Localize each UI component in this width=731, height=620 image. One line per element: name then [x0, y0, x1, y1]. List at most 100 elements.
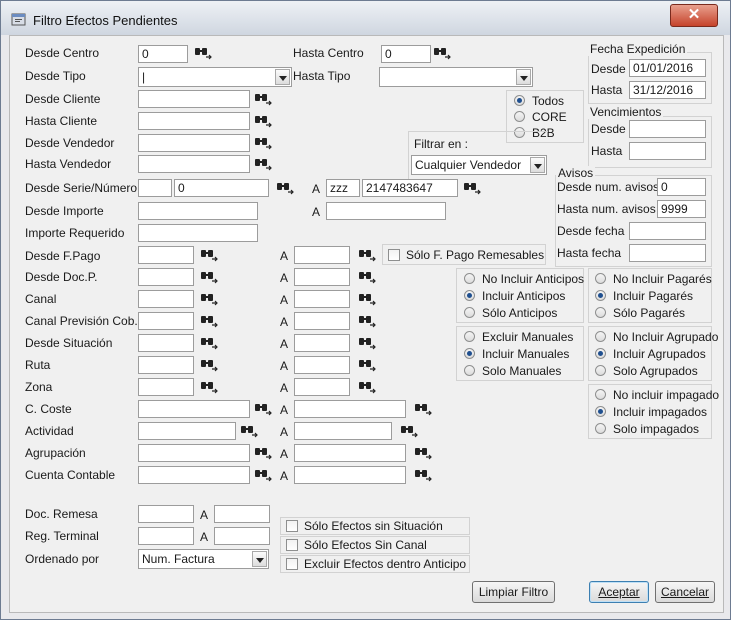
vencimientos-title: Vencimientos — [588, 105, 664, 119]
hasta-centro-input[interactable]: 0 — [381, 45, 431, 63]
fecha-expedicion-hasta-input[interactable]: 31/12/2016 — [629, 81, 706, 99]
binoculars-search-icon[interactable] — [200, 380, 218, 394]
desde-reg-terminal-input[interactable] — [138, 527, 194, 545]
binoculars-search-icon[interactable] — [254, 114, 272, 128]
aceptar-label: Aceptar — [598, 585, 640, 599]
desde-num-avisos-input[interactable]: 0 — [657, 178, 706, 196]
binoculars-search-icon[interactable] — [254, 402, 272, 416]
label-a: A — [312, 182, 321, 196]
binoculars-search-icon[interactable] — [400, 424, 418, 438]
fecha-expedicion-desde-input[interactable]: 01/01/2016 — [629, 59, 706, 77]
binoculars-search-icon[interactable] — [414, 446, 432, 460]
desde-importe-input[interactable] — [138, 202, 258, 220]
binoculars-search-icon[interactable] — [200, 248, 218, 262]
hasta-cliente-input[interactable] — [138, 112, 250, 130]
desde-centro-input[interactable]: 0 — [138, 45, 188, 63]
binoculars-search-icon[interactable] — [200, 292, 218, 306]
binoculars-search-icon[interactable] — [254, 136, 272, 150]
binoculars-search-icon[interactable] — [433, 46, 451, 60]
hasta-importe-input[interactable] — [326, 202, 446, 220]
binoculars-search-icon[interactable] — [200, 314, 218, 328]
close-button[interactable]: ✕ — [670, 4, 718, 27]
serie-hasta-input[interactable]: zzz — [326, 179, 360, 197]
hasta-zona-input[interactable] — [294, 378, 350, 396]
hasta-ruta-input[interactable] — [294, 356, 350, 374]
desde-tipo-value: | — [142, 70, 146, 84]
limpiar-filtro-button[interactable]: Limpiar Filtro — [472, 581, 555, 603]
desde-cliente-input[interactable] — [138, 90, 250, 108]
chevron-down-icon[interactable] — [530, 157, 545, 173]
hasta-cuenta-contable-input[interactable] — [294, 466, 406, 484]
hasta-canal-prevision-input[interactable] — [294, 312, 350, 330]
hasta-fpago-input[interactable] — [294, 246, 350, 264]
binoculars-search-icon[interactable] — [358, 248, 376, 262]
binoculars-search-icon[interactable] — [200, 358, 218, 372]
binoculars-search-icon[interactable] — [414, 468, 432, 482]
chevron-down-icon[interactable] — [516, 69, 531, 85]
desde-actividad-input[interactable] — [138, 422, 236, 440]
hasta-docp-input[interactable] — [294, 268, 350, 286]
desde-canal-input[interactable] — [138, 290, 194, 308]
hasta-doc-remesa-input[interactable] — [214, 505, 270, 523]
binoculars-search-icon[interactable] — [358, 336, 376, 350]
numero-hasta-input[interactable]: 2147483647 — [362, 179, 458, 197]
filtrar-en-select[interactable]: Cualquier Vendedor — [411, 155, 547, 175]
desde-vendedor-input[interactable] — [138, 134, 250, 152]
desde-ruta-input[interactable] — [138, 356, 194, 374]
numero-desde-input[interactable]: 0 — [174, 179, 269, 197]
binoculars-search-icon[interactable] — [254, 157, 272, 171]
hasta-vendedor-input[interactable] — [138, 155, 250, 173]
hasta-canal-input[interactable] — [294, 290, 350, 308]
serie-desde-input[interactable] — [138, 179, 172, 197]
binoculars-search-icon[interactable] — [200, 336, 218, 350]
desde-tipo-select[interactable]: | — [138, 67, 292, 87]
label-ruta: Ruta — [25, 358, 51, 372]
binoculars-search-icon[interactable] — [358, 358, 376, 372]
hasta-agrupacion-input[interactable] — [294, 444, 406, 462]
cancelar-button[interactable]: Cancelar — [655, 581, 715, 603]
radio-label: No Incluir Agrupado — [613, 330, 719, 344]
desde-agrupacion-input[interactable] — [138, 444, 250, 462]
binoculars-search-icon[interactable] — [254, 92, 272, 106]
binoculars-search-icon[interactable] — [358, 270, 376, 284]
close-icon: ✕ — [687, 6, 701, 23]
label-zona: Zona — [25, 380, 53, 394]
hasta-situacion-input[interactable] — [294, 334, 350, 352]
binoculars-search-icon[interactable] — [463, 181, 481, 195]
binoculars-search-icon[interactable] — [358, 314, 376, 328]
window-app-icon — [11, 13, 26, 26]
ordenado-por-select[interactable]: Num. Factura — [138, 549, 269, 569]
importe-requerido-input[interactable] — [138, 224, 258, 242]
binoculars-search-icon[interactable] — [240, 424, 258, 438]
aceptar-button[interactable]: Aceptar — [589, 581, 649, 603]
vencimientos-hasta-input[interactable] — [629, 142, 706, 160]
binoculars-search-icon[interactable] — [358, 380, 376, 394]
desde-doc-remesa-input[interactable] — [138, 505, 194, 523]
binoculars-search-icon[interactable] — [254, 468, 272, 482]
desde-docp-input[interactable] — [138, 268, 194, 286]
hasta-reg-terminal-input[interactable] — [214, 527, 270, 545]
hasta-tipo-select[interactable] — [379, 67, 533, 87]
desde-situacion-input[interactable] — [138, 334, 194, 352]
binoculars-search-icon[interactable] — [194, 46, 212, 60]
desde-c-coste-input[interactable] — [138, 400, 250, 418]
desde-zona-input[interactable] — [138, 378, 194, 396]
hasta-num-avisos-input[interactable]: 9999 — [657, 200, 706, 218]
dialog-window: Filtro Efectos Pendientes ✕ Desde Centro… — [0, 0, 731, 620]
desde-fpago-input[interactable] — [138, 246, 194, 264]
binoculars-search-icon[interactable] — [254, 446, 272, 460]
desde-canal-prevision-input[interactable] — [138, 312, 194, 330]
chevron-down-icon[interactable] — [275, 69, 290, 85]
hasta-c-coste-input[interactable] — [294, 400, 406, 418]
desde-cuenta-contable-input[interactable] — [138, 466, 250, 484]
binoculars-search-icon[interactable] — [200, 270, 218, 284]
chevron-down-icon[interactable] — [252, 551, 267, 567]
vencimientos-desde-input[interactable] — [629, 120, 706, 138]
hasta-fecha-avisos-input[interactable] — [629, 244, 706, 262]
radio-icon — [595, 365, 606, 376]
desde-fecha-avisos-input[interactable] — [629, 222, 706, 240]
binoculars-search-icon[interactable] — [276, 181, 294, 195]
binoculars-search-icon[interactable] — [414, 402, 432, 416]
binoculars-search-icon[interactable] — [358, 292, 376, 306]
hasta-actividad-input[interactable] — [294, 422, 392, 440]
